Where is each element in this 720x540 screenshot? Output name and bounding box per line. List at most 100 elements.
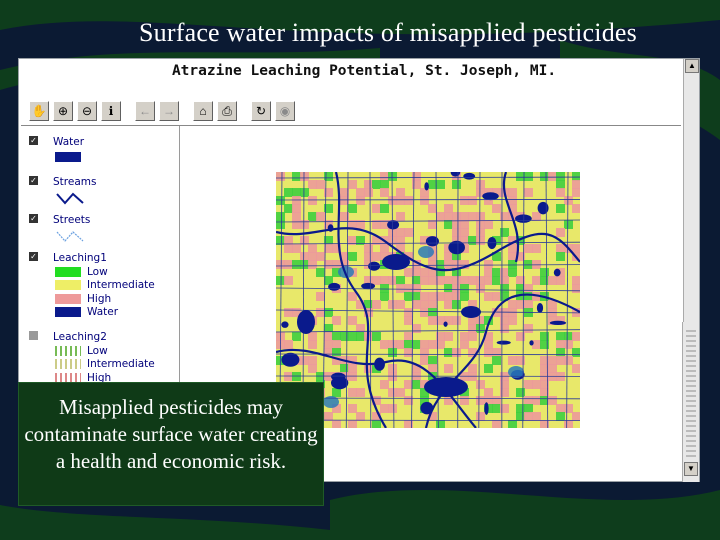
home-icon: ⌂: [199, 104, 207, 118]
print-button[interactable]: ⎙: [217, 101, 237, 121]
leaching-cell: [532, 380, 541, 389]
leaching-cell: [572, 364, 580, 373]
back-button[interactable]: ←: [135, 101, 155, 121]
leaching-cell: [492, 356, 501, 365]
layer-visibility-checkbox[interactable]: ✓: [29, 214, 38, 223]
leaching-cell: [556, 188, 565, 197]
stop-button[interactable]: ◉: [275, 101, 295, 121]
leaching-cell: [372, 420, 381, 428]
leaching-cell: [524, 396, 533, 405]
leaching-cell: [380, 292, 389, 301]
leaching-cell: [364, 364, 373, 373]
identify-button[interactable]: ℹ: [101, 101, 121, 121]
leaching-cell: [444, 364, 453, 373]
leaching-cell: [556, 252, 565, 261]
leaching-cell: [396, 188, 405, 197]
leaching-cell: [396, 212, 405, 221]
leaching-cell: [516, 388, 525, 397]
leaching-cell: [460, 332, 469, 341]
leaching-cell: [396, 228, 405, 237]
leaching-cell: [428, 340, 437, 349]
layer-name: Streams: [53, 176, 97, 188]
secondary-scrollbar[interactable]: ▼: [682, 322, 699, 482]
leaching-cell: [524, 172, 533, 181]
leaching-cell: [276, 260, 285, 269]
leaching-cell: [452, 348, 461, 357]
leaching-cell: [468, 236, 477, 245]
class-label: Low: [87, 265, 108, 278]
home-button[interactable]: ⌂: [193, 101, 213, 121]
leaching-cell: [372, 204, 381, 213]
layer-visibility-checkbox[interactable]: [29, 331, 38, 340]
leaching-cell: [412, 300, 421, 309]
leaching-cell: [492, 204, 501, 213]
leaching-cell: [284, 244, 293, 253]
leaching-cell: [556, 332, 565, 341]
leaching-cell: [468, 196, 477, 205]
hand-pan-button[interactable]: ✋: [29, 101, 49, 121]
leaching-cell: [524, 244, 533, 253]
leaching-cell: [348, 404, 357, 413]
leaching-cell: [556, 356, 565, 365]
leaching-cell: [340, 364, 349, 373]
leaching-cell: [476, 228, 485, 237]
leaching-cell: [372, 180, 381, 189]
water-body: [463, 172, 476, 180]
leaching-cell: [404, 268, 413, 277]
water-body: [529, 340, 534, 346]
forward-button[interactable]: →: [159, 101, 179, 121]
scroll-down-icon-2[interactable]: ▼: [684, 462, 698, 476]
leaching-cell: [348, 252, 357, 261]
leaching-cell: [388, 388, 397, 397]
leaching-cell: [572, 348, 580, 357]
leaching-cell: [428, 300, 437, 309]
leaching-cell: [316, 180, 325, 189]
lake: [461, 306, 481, 318]
leaching-cell: [420, 268, 429, 277]
leaching-cell: [372, 332, 381, 341]
legend-class-low: Low: [55, 265, 108, 278]
layer-visibility-checkbox[interactable]: ✓: [29, 252, 38, 261]
leaching-cell: [356, 388, 365, 397]
zoom-in-button[interactable]: ⊕: [53, 101, 73, 121]
leaching-cell: [524, 324, 533, 333]
leaching-cell: [308, 340, 317, 349]
refresh-button[interactable]: ↻: [251, 101, 271, 121]
leaching-cell: [452, 292, 461, 301]
layer-visibility-checkbox[interactable]: ✓: [29, 176, 38, 185]
leaching-cell: [332, 388, 341, 397]
leaching-cell: [356, 332, 365, 341]
stop-icon: ◉: [279, 104, 291, 118]
leaching-cell: [348, 180, 357, 189]
leaching-cell: [508, 316, 517, 325]
leaching-cell: [364, 244, 373, 253]
leaching-cell: [348, 372, 357, 381]
leaching-cell: [436, 212, 445, 221]
leaching-cell: [284, 260, 293, 269]
class-label: Low: [87, 344, 108, 357]
leaching-cell: [524, 188, 533, 197]
leaching-cell: [308, 260, 317, 269]
map-title: Atrazine Leaching Potential, St. Joseph,…: [171, 63, 557, 79]
leaching-cell: [316, 308, 325, 317]
lake: [424, 377, 468, 397]
leaching-cell: [572, 284, 580, 293]
leaching-cell: [492, 404, 501, 413]
leaching-cell: [356, 196, 365, 205]
scroll-up-icon[interactable]: ▲: [685, 59, 699, 73]
leaching-cell: [292, 244, 301, 253]
leaching-cell: [492, 276, 501, 285]
leaching-cell: [492, 268, 501, 277]
leaching-cell: [380, 284, 389, 293]
layer-visibility-checkbox[interactable]: ✓: [29, 136, 38, 145]
leaching-cell: [348, 316, 357, 325]
leaching-cell: [508, 356, 517, 365]
leaching-cell: [308, 180, 317, 189]
zoom-out-button[interactable]: ⊖: [77, 101, 97, 121]
forward-icon: →: [163, 104, 175, 118]
leaching-cell: [444, 204, 453, 213]
leaching-cell: [420, 292, 429, 301]
leaching-cell: [452, 180, 461, 189]
leaching-cell: [476, 180, 485, 189]
leaching-cell: [564, 332, 573, 341]
